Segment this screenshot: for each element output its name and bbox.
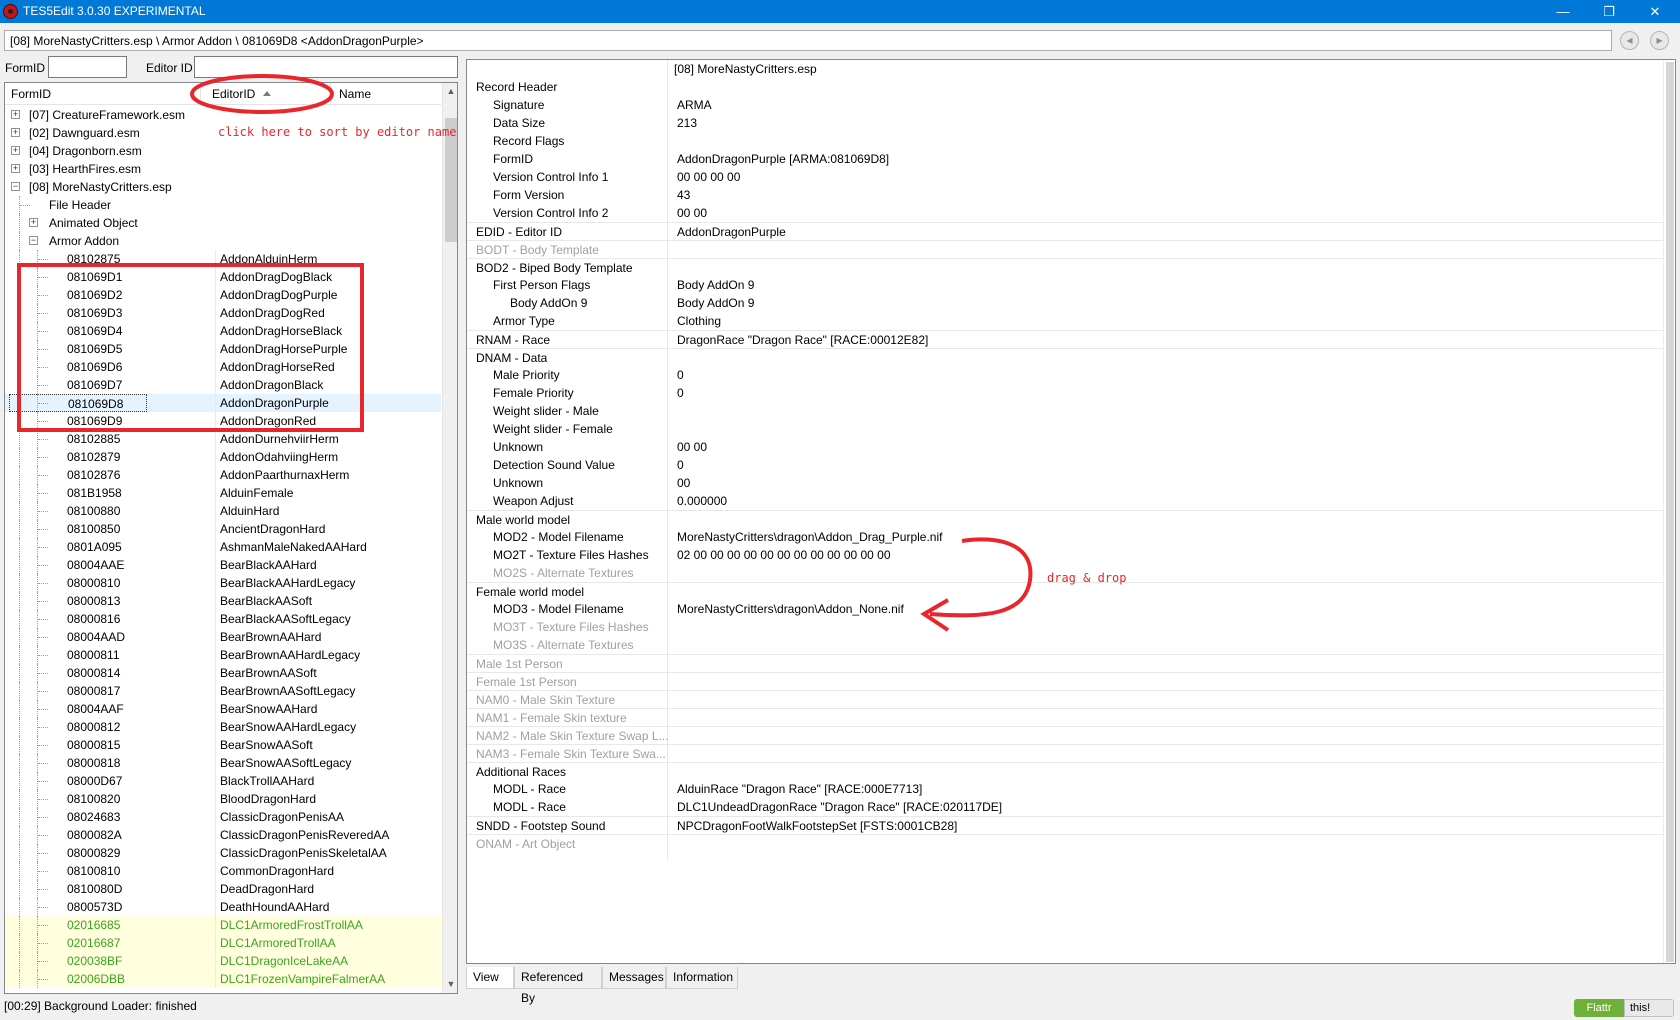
annotation-overlay xyxy=(190,74,1033,632)
highlight-box xyxy=(17,263,364,432)
sort-hint-circle xyxy=(190,74,334,114)
sort-hint-annotation: click here to sort by editor name xyxy=(218,125,457,139)
drag-drop-annotation: drag & drop xyxy=(1047,571,1127,585)
